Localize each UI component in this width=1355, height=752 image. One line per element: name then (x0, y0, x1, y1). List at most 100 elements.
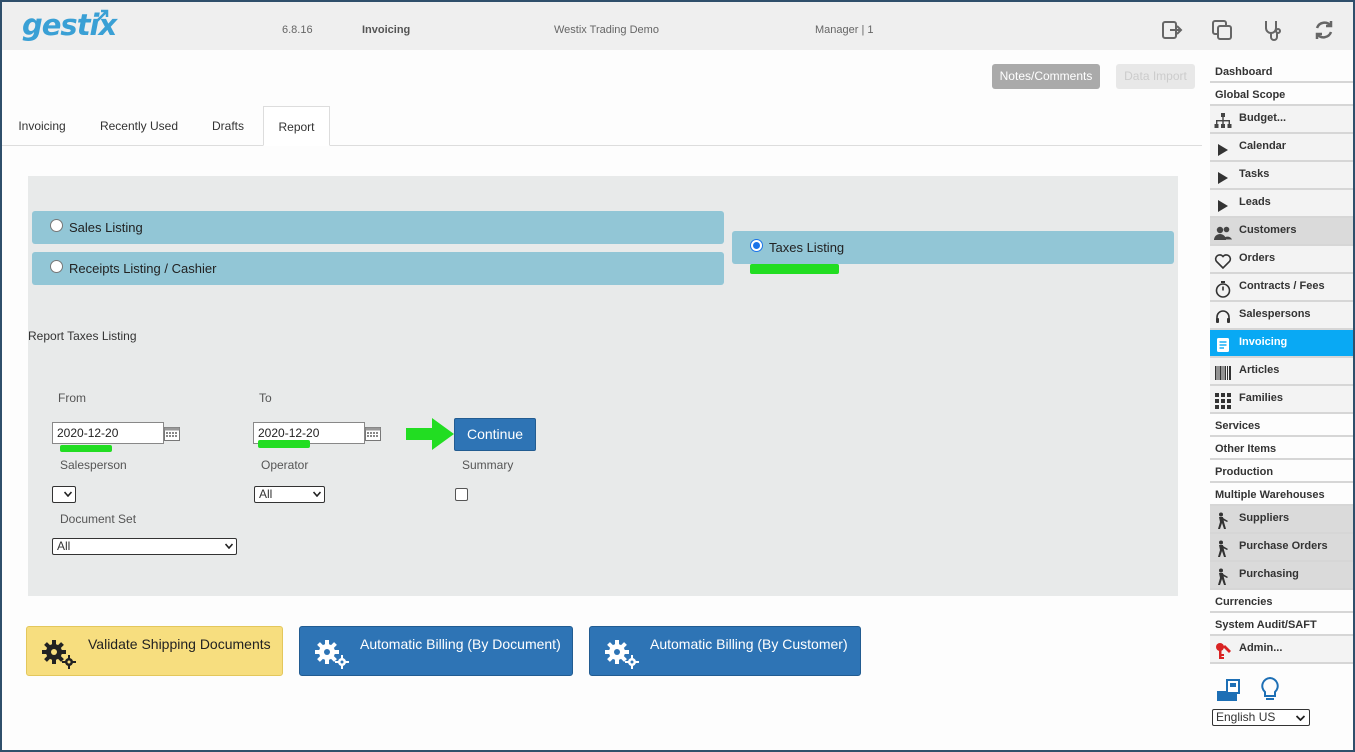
sidebar-item-tasks[interactable]: Tasks (1210, 162, 1353, 190)
calendar-icon[interactable] (164, 426, 180, 441)
data-import-button[interactable]: Data Import (1116, 64, 1195, 89)
windows-icon[interactable] (1210, 18, 1234, 42)
sidebar-item-articles[interactable]: Articles (1210, 358, 1353, 386)
sidebar-item-label: Families (1239, 392, 1284, 404)
sidebar-item-label: Global Scope (1215, 89, 1286, 101)
operator-select[interactable]: All (254, 486, 325, 503)
grid-icon (1215, 393, 1231, 409)
from-date-input[interactable]: 2020-12-20 (52, 422, 164, 444)
document-set-select[interactable]: All (52, 538, 237, 555)
org-chart-icon (1214, 113, 1232, 128)
tab-recently-used[interactable]: Recently Used (86, 106, 192, 146)
sidebar-item-other-items[interactable]: Other Items (1210, 437, 1353, 460)
highlight-mark (258, 440, 310, 448)
report-panel: Sales Listing Receipts Listing / Cashier… (28, 176, 1178, 596)
sidebar-item-multiple-warehouses[interactable]: Multiple Warehouses (1210, 483, 1353, 506)
salesperson-select[interactable] (52, 486, 76, 503)
sales-listing-option[interactable]: Sales Listing (32, 211, 724, 244)
sidebar-item-leads[interactable]: Leads (1210, 190, 1353, 218)
calendar-icon[interactable] (365, 426, 381, 441)
sidebar-item-label: Suppliers (1239, 512, 1290, 524)
sidebar-item-services[interactable]: Services (1210, 414, 1353, 437)
sidebar-item-suppliers[interactable]: Suppliers (1210, 506, 1353, 534)
sidebar-item-invoicing[interactable]: Invoicing (1210, 330, 1353, 358)
sidebar-item-label: Tasks (1239, 168, 1270, 180)
sidebar-item-contracts-fees[interactable]: Contracts / Fees (1210, 274, 1353, 302)
receipts-listing-label: Receipts Listing / Cashier (69, 261, 217, 276)
tab-drafts[interactable]: Drafts (198, 106, 258, 146)
play-icon (1218, 172, 1228, 184)
sidebar-bottom-icons (1214, 676, 1304, 706)
sidebar-item-system-audit[interactable]: System Audit/SAFT (1210, 613, 1353, 636)
highlight-mark (60, 445, 112, 452)
refresh-icon[interactable] (1312, 18, 1336, 42)
to-label: To (259, 391, 272, 405)
sidebar-item-admin[interactable]: Admin... (1210, 636, 1353, 664)
summary-label: Summary (462, 458, 514, 472)
sidebar-item-label: Contracts / Fees (1239, 280, 1325, 292)
taxes-listing-radio[interactable] (750, 239, 763, 252)
sidebar-item-orders[interactable]: Orders (1210, 246, 1353, 274)
headset-icon (1216, 310, 1230, 323)
language-select[interactable]: English US (1212, 709, 1310, 726)
validate-shipping-documents-button[interactable]: Validate Shipping Documents (26, 626, 283, 676)
sidebar-item-customers[interactable]: Customers (1210, 218, 1353, 246)
sidebar-item-label: System Audit/SAFT (1215, 619, 1317, 631)
sidebar-item-calendar[interactable]: Calendar (1210, 134, 1353, 162)
logout-icon[interactable] (1160, 18, 1184, 42)
sidebar-item-label: Services (1215, 420, 1261, 432)
app-window: gestix 6.8.16 Invoicing Westix Trading D… (2, 2, 1353, 750)
sidebar-item-currencies[interactable]: Currencies (1210, 590, 1353, 613)
receipts-listing-radio[interactable] (50, 260, 63, 273)
sidebar-item-budget[interactable]: Budget... (1210, 106, 1353, 134)
highlight-mark (750, 264, 839, 274)
summary-checkbox[interactable] (455, 488, 468, 501)
play-icon (1218, 200, 1228, 212)
sidebar-item-purchase-orders[interactable]: Purchase Orders (1210, 534, 1353, 562)
document-set-label: Document Set (60, 512, 137, 526)
gears-icon (605, 640, 639, 669)
sidebar-item-label: Multiple Warehouses (1215, 489, 1325, 501)
sidebar-item-salespersons[interactable]: Salespersons (1210, 302, 1353, 330)
operator-label: Operator (261, 458, 309, 472)
automatic-billing-customer-button[interactable]: Automatic Billing (By Customer) (589, 626, 861, 676)
document-icon (1217, 338, 1229, 352)
sidebar-item-label: Orders (1239, 252, 1276, 264)
automatic-billing-document-button[interactable]: Automatic Billing (By Document) (299, 626, 573, 676)
sidebar-item-families[interactable]: Families (1210, 386, 1353, 414)
sales-listing-radio[interactable] (50, 219, 63, 232)
header-bar: gestix 6.8.16 Invoicing Westix Trading D… (2, 2, 1353, 50)
stopwatch-icon (1215, 281, 1231, 298)
auto-billing-customer-label: Automatic Billing (By Customer) (650, 636, 848, 652)
operator-value: All (259, 487, 273, 501)
module-label: Invoicing (362, 24, 411, 36)
receipts-listing-option[interactable]: Receipts Listing / Cashier (32, 252, 724, 285)
gears-icon (315, 640, 349, 669)
continue-button[interactable]: Continue (454, 418, 536, 451)
monitor-icon[interactable] (1216, 678, 1242, 704)
sidebar-item-dashboard[interactable]: Dashboard (1210, 60, 1353, 83)
sidebar-item-global-scope[interactable]: Global Scope (1210, 83, 1353, 106)
sidebar-item-label: Purchasing (1239, 568, 1299, 580)
play-icon (1218, 144, 1228, 156)
taxes-listing-label: Taxes Listing (769, 240, 845, 255)
auto-billing-document-label: Automatic Billing (By Document) (360, 636, 561, 652)
sidebar-item-production[interactable]: Production (1210, 460, 1353, 483)
tab-invoicing[interactable]: Invoicing (2, 106, 82, 146)
lightbulb-icon[interactable] (1258, 676, 1282, 704)
sidebar-item-label: Admin... (1239, 642, 1283, 654)
gears-icon (42, 640, 76, 669)
admin-icon (1216, 643, 1231, 659)
tab-report[interactable]: Report (263, 106, 330, 146)
chevron-down-icon (1296, 715, 1305, 721)
logo-arrow-icon (95, 9, 109, 23)
from-label: From (58, 391, 86, 405)
sidebar-item-label: Customers (1239, 224, 1297, 236)
stethoscope-icon[interactable] (1260, 18, 1284, 42)
chevron-down-icon (313, 491, 321, 497)
tab-bar: Invoicing Recently Used Drafts Report (2, 106, 1202, 146)
sidebar-item-label: Other Items (1215, 443, 1277, 455)
sidebar-item-purchasing[interactable]: Purchasing (1210, 562, 1353, 590)
taxes-listing-option[interactable]: Taxes Listing (732, 231, 1174, 264)
notes-comments-button[interactable]: Notes/Comments (992, 64, 1100, 89)
